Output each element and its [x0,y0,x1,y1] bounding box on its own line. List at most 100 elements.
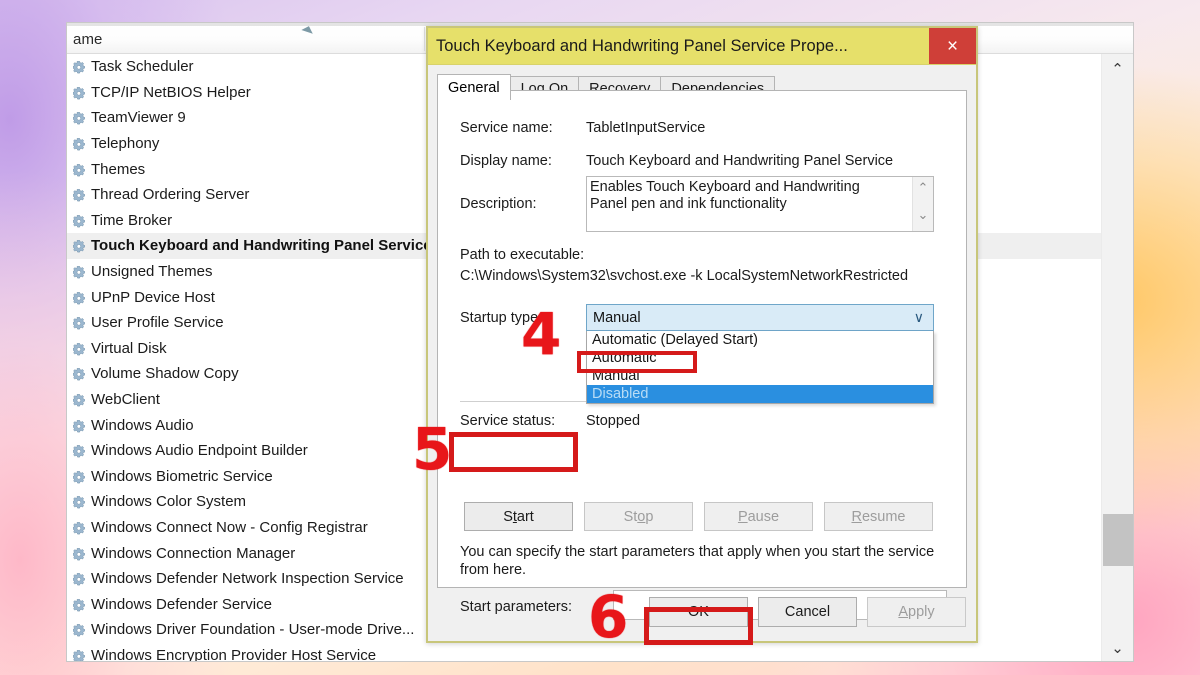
description-label: Description: [460,196,537,212]
service-name: Touch Keyboard and Handwriting Panel Ser… [91,237,432,255]
service-gear-icon [73,61,85,74]
display-name-label: Display name: [460,153,552,169]
service-name: Thread Ordering Server [91,186,250,204]
startup-type-selected-value: Manual [593,309,641,326]
service-properties-dialog: Touch Keyboard and Handwriting Panel Ser… [426,26,978,643]
scroll-down-icon[interactable]: ⌄ [1102,633,1133,661]
path-to-executable-value: C:\Windows\System32\svchost.exe -k Local… [460,268,909,284]
service-name: Themes [91,160,146,178]
service-name: Task Scheduler [91,58,194,76]
annotation-number-6: 6 [588,583,629,651]
service-name: Windows Audio Endpoint Builder [91,442,308,460]
service-name-row: Service name: TabletInputService [460,120,705,136]
startup-type-option-list[interactable]: Automatic (Delayed Start) Automatic Manual… [586,331,934,404]
service-gear-icon [73,163,85,177]
service-gear-icon [73,470,85,484]
service-gear-icon [73,419,85,432]
service-name: Virtual Disk [91,339,167,357]
annotation-number-4: 4 [521,300,562,368]
services-scrollbar[interactable]: ⌃ ⌄ [1101,54,1133,661]
service-gear-icon [73,368,85,381]
startup-type-dropdown[interactable]: Manual ∨ [586,304,934,331]
description-scroll-up-icon[interactable]: ⌃ [913,178,933,197]
service-status-label: Service status: [460,413,556,429]
service-name: Unsigned Themes [91,263,213,281]
service-name: Windows Defender Service [91,595,272,613]
ok-button[interactable]: OK [649,597,748,627]
service-gear-icon [73,112,85,125]
scrollbar-thumb[interactable] [1103,514,1133,566]
pause-button: Pause [704,502,813,531]
description-value: Enables Touch Keyboard and Handwriting P… [590,179,860,212]
close-icon[interactable]: × [929,28,976,64]
general-tab-page: Service name: TabletInputService Display… [437,90,967,620]
display-name-row: Display name: Touch Keyboard and Handwri… [460,153,893,169]
service-list-item[interactable]: Windows Encryption Provider Host Service [67,643,1103,662]
service-gear-icon [73,189,85,202]
service-name: UPnP Device Host [91,288,215,306]
service-gear-icon [73,573,85,586]
service-name: Windows Color System [91,493,247,511]
tab-general[interactable]: General [437,74,511,100]
start-parameters-label: Start parameters: [460,599,573,615]
service-name: TCP/IP NetBIOS Helper [91,83,251,101]
service-gear-icon [73,138,85,151]
service-name: TeamViewer 9 [91,109,186,127]
description-scroll-down-icon[interactable]: ⌄ [913,205,933,224]
service-gear-icon [73,445,85,458]
pause-button-label: Pause [737,508,780,525]
chevron-down-icon: ∨ [913,309,924,325]
service-gear-icon [73,266,85,279]
start-button[interactable]: Start [464,502,573,531]
service-gear-icon [73,598,85,612]
description-scrollbar[interactable]: ⌃ ⌄ [912,177,933,231]
column-header-name[interactable]: ame [73,31,102,48]
service-name: Time Broker [91,211,173,229]
apply-button-label: Apply [898,604,935,620]
start-button-label: Start [503,508,534,525]
service-name: Windows Driver Foundation - User-mode Dr… [91,621,415,639]
dialog-title: Touch Keyboard and Handwriting Panel Ser… [436,36,848,55]
service-status-value: Stopped [586,413,641,429]
path-to-executable-label: Path to executable: [460,247,585,263]
service-name: Telephony [91,135,160,153]
startup-type-option[interactable]: Automatic [587,349,933,367]
resume-button: Resume [824,502,933,531]
service-gear-icon [73,547,85,560]
service-name: Volume Shadow Copy [91,365,239,383]
startup-type-option[interactable]: Manual [587,367,933,385]
service-name: WebClient [91,391,160,409]
service-name: Windows Encryption Provider Host Service [91,646,377,662]
scroll-up-icon[interactable]: ⌃ [1102,54,1133,84]
annotation-number-5: 5 [412,415,453,483]
stop-button-label: Stop [623,508,654,525]
column-divider[interactable] [424,27,425,51]
display-name-value: Touch Keyboard and Handwriting Panel Ser… [586,153,894,169]
service-gear-icon [73,291,85,304]
service-name: Windows Biometric Service [91,467,273,485]
cancel-button[interactable]: Cancel [758,597,857,627]
service-name: User Profile Service [91,314,224,332]
service-gear-icon [73,215,85,228]
service-name: Windows Connect Now - Config Registrar [91,518,368,536]
startup-type-option[interactable]: Disabled [587,385,933,403]
service-gear-icon [73,240,85,253]
startup-type-option[interactable]: Automatic (Delayed Start) [587,331,933,349]
section-separator [460,401,593,402]
dialog-title-bar[interactable]: Touch Keyboard and Handwriting Panel Ser… [428,28,976,65]
apply-button: Apply [867,597,966,627]
service-name: Windows Defender Network Inspection Serv… [91,570,404,588]
service-gear-icon [73,342,85,356]
service-gear-icon [73,317,85,330]
service-gear-icon [73,87,85,100]
start-parameters-hint: You can specify the start parameters tha… [460,544,935,578]
stop-button: Stop [584,502,693,531]
service-name-value: TabletInputService [586,120,706,136]
service-name-label: Service name: [460,120,553,136]
service-name: Windows Audio [91,416,194,434]
service-gear-icon [73,522,85,535]
service-gear-icon [73,394,85,407]
service-gear-icon [73,650,85,661]
service-name: Windows Connection Manager [91,544,296,562]
description-textbox[interactable]: Enables Touch Keyboard and Handwriting P… [586,176,934,232]
